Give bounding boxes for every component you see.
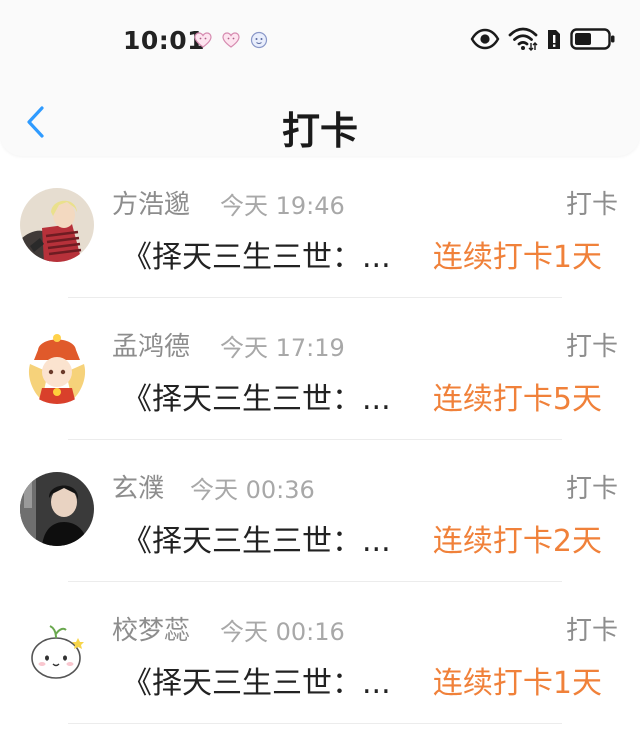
streak-text: 连续打卡2天 [430,516,602,560]
eye-icon [470,28,500,54]
book-title: 《择天三生三世：... [122,240,391,275]
checkin-label[interactable]: 打卡 [566,326,618,363]
heart-sticker-icon [193,30,213,50]
list-item[interactable]: 方浩邈 今天 19:46 打卡 《择天三生三世：... 连续打卡1天 [0,156,640,298]
checkin-content[interactable]: 《择天三生三世：... 连续打卡2天 [122,516,622,560]
user-name: 孟鸿德 [112,332,191,362]
user-name: 校梦蕊 [112,616,191,646]
checkin-content[interactable]: 《择天三生三世：... 连续打卡5天 [122,374,622,418]
header-area: 10:01 打卡 [0,0,640,156]
checkin-list: 方浩邈 今天 19:46 打卡 《择天三生三世：... 连续打卡1天 孟鸿德 今… [0,156,640,724]
list-item[interactable]: 校梦蕊 今天 00:16 打卡 《择天三生三世：... 连续打卡1天 [0,582,640,724]
nav-bar: 打卡 [0,90,640,156]
book-title: 《择天三生三世：... [122,666,391,701]
streak-text: 连续打卡1天 [430,658,602,702]
checkin-time: 今天 17:19 [220,334,345,362]
notification-icons [193,30,269,50]
checkin-time: 今天 19:46 [220,192,345,220]
user-name: 方浩邈 [112,190,191,220]
status-bar: 10:01 [0,0,640,80]
avatar[interactable] [20,472,94,546]
book-title: 《择天三生三世：... [122,382,391,417]
heart-sticker-icon [221,30,241,50]
streak-text: 连续打卡1天 [430,232,602,276]
streak-text: 连续打卡5天 [430,374,602,418]
book-title: 《择天三生三世：... [122,524,391,559]
checkin-time: 今天 00:36 [190,476,315,504]
checkin-label[interactable]: 打卡 [566,610,618,647]
face-sticker-icon [249,30,269,50]
user-name: 玄濮 [112,474,165,504]
screen: 10:01 打卡 方浩邈 今天 19:46 打卡 《择天三生三世：... 连续打… [0,0,640,730]
checkin-content[interactable]: 《择天三生三世：... 连续打卡1天 [122,232,622,276]
avatar[interactable] [20,188,94,262]
page-title: 打卡 [281,109,358,153]
checkin-label[interactable]: 打卡 [566,184,618,221]
list-item[interactable]: 玄濮 今天 00:36 打卡 《择天三生三世：... 连续打卡2天 [0,440,640,582]
checkin-label[interactable]: 打卡 [566,468,618,505]
battery-icon [570,27,616,55]
list-item[interactable]: 孟鸿德 今天 17:19 打卡 《择天三生三世：... 连续打卡5天 [0,298,640,440]
avatar[interactable] [20,330,94,404]
wifi-icon [508,27,538,55]
sim-alert-icon [546,27,562,55]
checkin-content[interactable]: 《择天三生三世：... 连续打卡1天 [122,658,622,702]
system-icons [470,27,616,55]
avatar[interactable] [20,614,94,688]
divider [68,723,562,724]
checkin-time: 今天 00:16 [220,618,345,646]
